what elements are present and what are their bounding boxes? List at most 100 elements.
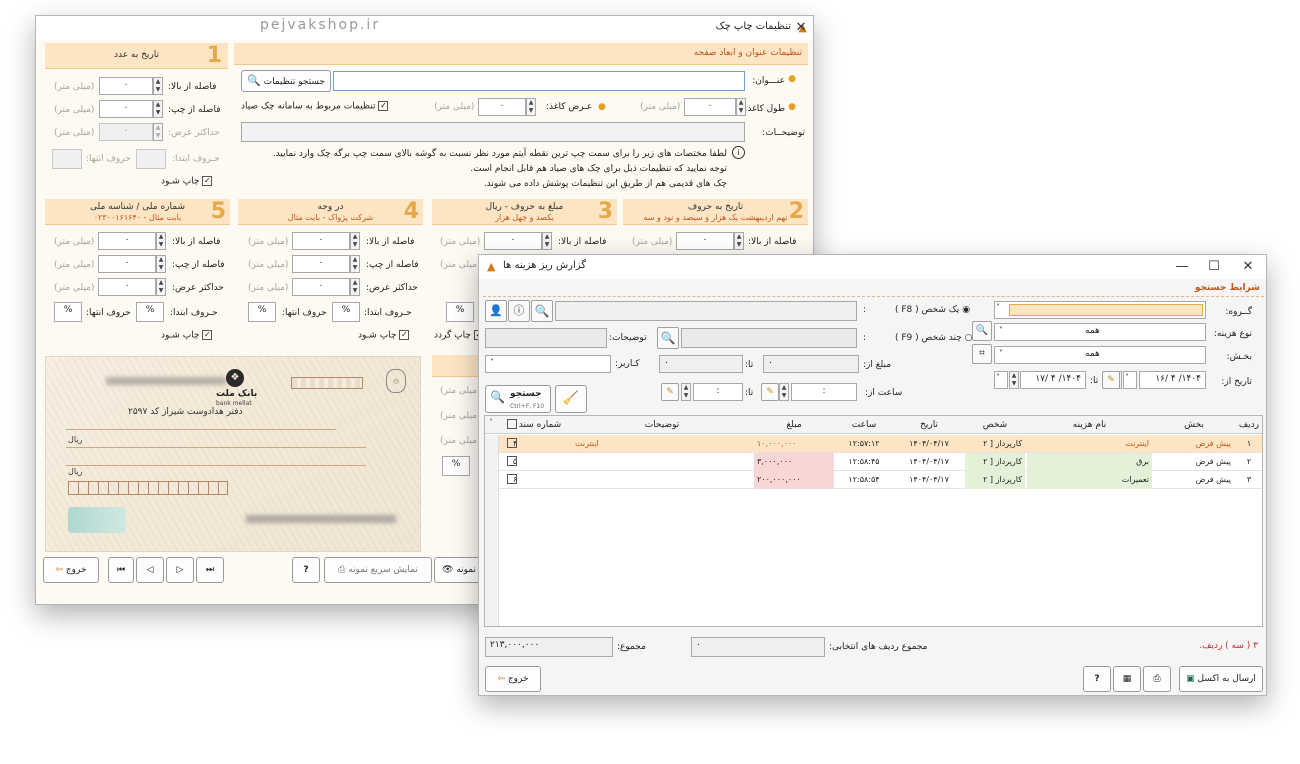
- minimize-icon[interactable]: —: [1169, 257, 1195, 277]
- s1-top-input[interactable]: ۰: [99, 77, 153, 95]
- time-to-clear-icon[interactable]: ✎: [661, 383, 679, 401]
- multi-person-radio[interactable]: ○ چند شخص ( F9 ): [895, 333, 973, 343]
- multi-person-input[interactable]: [681, 328, 857, 348]
- exit-button[interactable]: ⇦ خروج: [43, 557, 99, 583]
- s5-print-checkbox[interactable]: ✓ چاپ شـود: [161, 330, 213, 341]
- s1-charsend-input[interactable]: [52, 149, 82, 169]
- s4-maxw-stepper[interactable]: ▲ ▼: [350, 278, 360, 296]
- exit-button-2[interactable]: ⇦ خروج: [485, 666, 541, 692]
- paper-width-stepper[interactable]: ▲ ▼: [526, 98, 536, 116]
- s2-top-input[interactable]: ۰: [676, 232, 734, 250]
- row-checkbox[interactable]: [507, 456, 517, 467]
- calculator-button[interactable]: ▦: [1113, 666, 1141, 692]
- next-button[interactable]: ▷: [166, 557, 194, 583]
- section-select[interactable]: ˅ همه: [994, 346, 1206, 364]
- row-checkbox[interactable]: [507, 438, 517, 449]
- s1-print-checkbox[interactable]: ✓ چاپ شـود: [161, 176, 213, 187]
- search-settings-button[interactable]: 🔍 جستجو تنظیمات: [241, 70, 331, 92]
- s4-maxw-input[interactable]: ۰: [292, 278, 350, 296]
- cost-type-select[interactable]: ˅ همه: [994, 323, 1206, 341]
- s6-chars-input[interactable]: %: [442, 456, 470, 476]
- first-button[interactable]: ⏮: [108, 557, 134, 583]
- close-icon-2[interactable]: ✕: [1235, 257, 1261, 277]
- time-from-input[interactable]: :: [791, 383, 857, 401]
- paper-width-input[interactable]: ۰: [478, 98, 526, 116]
- grid-collapse-icon[interactable]: ˄: [489, 418, 493, 427]
- one-person-radio[interactable]: ◉ یک شخص ( F8 ): [895, 305, 970, 315]
- s4-top-input[interactable]: ۰: [292, 232, 350, 250]
- s1-maxw-stepper[interactable]: ▲ ▼: [153, 123, 163, 141]
- s5-maxw-stepper[interactable]: ▲ ▼: [156, 278, 166, 296]
- s1-chars-input[interactable]: [136, 149, 166, 169]
- s4-left-stepper[interactable]: ▲ ▼: [350, 255, 360, 273]
- s5-chars-input[interactable]: %: [136, 302, 164, 322]
- maximize-icon[interactable]: ☐: [1201, 257, 1227, 277]
- person-search-icon[interactable]: 🔍: [531, 300, 553, 322]
- table-row[interactable]: ۲ پیش فرض برق کارپرداز [ ۲ ۱۴۰۴/۰۴/۱۷ ۱۲:۵۸:۴…: [485, 453, 1262, 471]
- date-from-input[interactable]: ۱۴۰۴/ ۴ /۱۶: [1139, 371, 1206, 389]
- s5-charsend-input[interactable]: %: [54, 302, 82, 322]
- table-row[interactable]: ۱ پیش فرض اینترنت کارپرداز [ ۲ ۱۴۰۴/۰۴/۱۷ ۱۲:…: [485, 435, 1262, 453]
- help-button[interactable]: ?: [292, 557, 320, 583]
- date-to-input[interactable]: ۱۴۰۴/ ۴ /۱۷: [1020, 371, 1086, 389]
- paper-length-input[interactable]: ۰: [684, 98, 736, 116]
- s2-top-stepper[interactable]: ▲ ▼: [734, 232, 744, 250]
- title-input[interactable]: [333, 71, 745, 91]
- quick-preview-button[interactable]: ⎙ نمایش سریع نمونه: [324, 557, 432, 583]
- s3-top-input[interactable]: ۰: [484, 232, 542, 250]
- help-button-2[interactable]: ?: [1083, 666, 1111, 692]
- paper-length-stepper[interactable]: ▲ ▼: [736, 98, 746, 116]
- multi-search-icon[interactable]: 🔍: [657, 327, 679, 349]
- row-checkbox[interactable]: [507, 474, 517, 485]
- date-from-dropdown[interactable]: ˅: [1123, 371, 1137, 389]
- prev-button[interactable]: ◁: [136, 557, 164, 583]
- s4-chars-input[interactable]: %: [332, 302, 360, 322]
- group-select[interactable]: ˅: [994, 301, 1206, 319]
- s3-print-checkbox[interactable]: ✓ چاپ گردد: [434, 330, 484, 341]
- last-button[interactable]: ⏭: [196, 557, 224, 583]
- s1-top-stepper[interactable]: ▲ ▼: [153, 77, 163, 95]
- sayad-checkbox[interactable]: ✓ تنظیمات مربوط به سامانه چک صیاد: [241, 101, 389, 112]
- description-input-2[interactable]: [485, 328, 607, 348]
- s1-maxw-input[interactable]: ۰: [99, 123, 153, 141]
- user-select[interactable]: ˅: [485, 355, 611, 373]
- s3-charsend-input[interactable]: %: [446, 302, 474, 322]
- date-to-dropdown[interactable]: ˅: [994, 371, 1008, 389]
- person-card-icon[interactable]: 👤: [485, 300, 507, 322]
- s4-charsend-input[interactable]: %: [248, 302, 276, 322]
- person-input[interactable]: [555, 301, 857, 321]
- s5-left-input[interactable]: ۰: [98, 255, 156, 273]
- search-button[interactable]: 🔍 جستجو Ctrl+F, F10: [485, 385, 551, 413]
- s5-top-stepper[interactable]: ▲ ▼: [156, 232, 166, 250]
- time-to-spin[interactable]: ▲ ▼: [681, 383, 691, 401]
- s1-left-stepper[interactable]: ▲ ▼: [153, 100, 163, 118]
- close-icon[interactable]: ✕: [788, 18, 814, 38]
- s4-print-checkbox[interactable]: ✓ چاپ شـود: [358, 330, 410, 341]
- date-clear-icon[interactable]: ✎: [1102, 371, 1120, 389]
- amount-from-input[interactable]: ۰: [763, 355, 859, 373]
- time-clear-icon[interactable]: ✎: [761, 383, 779, 401]
- amount-to-input[interactable]: ۰: [659, 355, 743, 373]
- time-from-spin[interactable]: ▲ ▼: [779, 383, 789, 401]
- send-to-excel-button[interactable]: ▣ ارسال به اکسل: [1179, 666, 1263, 692]
- org-chart-icon[interactable]: ⌗: [972, 344, 992, 364]
- grid-scrollbar[interactable]: [485, 435, 499, 626]
- s3-top-stepper[interactable]: ▲ ▼: [542, 232, 552, 250]
- s4-top-stepper[interactable]: ▲ ▼: [350, 232, 360, 250]
- cost-type-search-icon[interactable]: 🔍: [972, 321, 992, 341]
- colon-1: :: [863, 305, 867, 315]
- table-row[interactable]: ۳ پیش فرض تعمیرات کارپرداز [ ۲ ۱۴۰۴/۰۴/۱۷ ۱۲:…: [485, 471, 1262, 489]
- sample-button[interactable]: 👁 نمونه: [434, 557, 484, 583]
- select-all-checkbox[interactable]: [507, 419, 517, 430]
- clear-filter-button[interactable]: 🧹: [555, 385, 587, 413]
- s5-top-input[interactable]: ۰: [98, 232, 156, 250]
- print-button[interactable]: ⎙: [1143, 666, 1171, 692]
- s5-left-stepper[interactable]: ▲ ▼: [156, 255, 166, 273]
- s4-left-input[interactable]: ۰: [292, 255, 350, 273]
- info-icon-2[interactable]: ⓘ: [508, 300, 530, 322]
- description-input[interactable]: [241, 122, 745, 142]
- s5-maxw-input[interactable]: ۰: [98, 278, 156, 296]
- date-to-spin[interactable]: ▲ ▼: [1009, 371, 1019, 389]
- time-to-input[interactable]: :: [693, 383, 743, 401]
- s1-left-input[interactable]: ۰: [99, 100, 153, 118]
